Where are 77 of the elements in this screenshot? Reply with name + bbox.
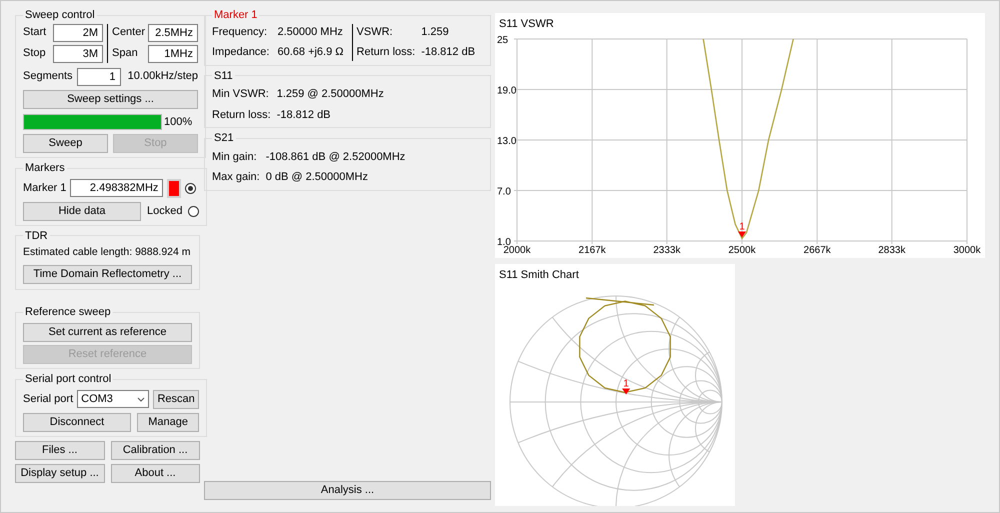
locked-label: Locked: [147, 204, 182, 219]
field-label: Min gain:: [212, 150, 258, 164]
field-label: VSWR:: [356, 24, 394, 40]
disconnect-button[interactable]: Disconnect: [23, 412, 131, 432]
menu-button[interactable]: Display setup ...: [15, 464, 104, 483]
menu-button[interactable]: About ...: [110, 464, 200, 483]
axis-tick-label: 2500k: [728, 244, 756, 256]
field-label: Max gain:: [212, 170, 260, 185]
axis-tick-label: 2000k: [503, 244, 531, 256]
menu-button[interactable]: Calibration ...: [110, 440, 200, 460]
value-field[interactable]: 1MHz: [148, 44, 198, 62]
axis-tick-label: 2333k: [653, 244, 680, 256]
marker-label: 1: [739, 220, 745, 232]
value-field[interactable]: 2M: [53, 24, 103, 42]
field-label: Center: [112, 25, 146, 40]
field-label: Serial port: [23, 392, 74, 407]
axis-tick-label: 25: [497, 34, 508, 46]
axis-tick-label: 7.0: [497, 186, 511, 197]
field-label: 1.259 @ 2.50000MHz: [276, 87, 385, 102]
group-title: Sweep control: [24, 8, 96, 23]
marker-color-swatch[interactable]: [167, 178, 182, 198]
chart-title: S11 VSWR: [498, 17, 555, 32]
field-label: Stop: [23, 46, 47, 62]
value-field[interactable]: 2.498382MHz: [70, 179, 164, 197]
chart-title: S11 Smith Chart: [498, 268, 580, 283]
value-field[interactable]: 1: [76, 68, 121, 86]
axis-tick-label: 13.0: [497, 136, 516, 146]
field-label: 0 dB @ 2.50000MHz: [266, 170, 369, 185]
axis-tick-label: 2667k: [804, 244, 831, 256]
locked-radio[interactable]: [188, 206, 200, 216]
sweep-settings-button[interactable]: Sweep settings ...: [23, 90, 198, 108]
axis-tick-label: 2167k: [578, 244, 606, 256]
hide-data-button[interactable]: Hide data: [23, 202, 141, 220]
analysis-button[interactable]: Analysis ...: [204, 481, 491, 500]
value-field[interactable]: 2.5MHz: [148, 24, 198, 42]
group-title: Markers: [24, 161, 66, 176]
field-label: Return loss:: [356, 45, 416, 60]
axis-tick-label: 2833k: [878, 244, 906, 256]
field-label: -18.812 dB: [276, 108, 332, 122]
field-label: Min VSWR:: [212, 87, 270, 102]
field-label: Start: [23, 25, 48, 40]
marker-icon: [738, 230, 746, 237]
value-field[interactable]: 3M: [53, 44, 103, 62]
manage-button[interactable]: Manage: [137, 412, 200, 432]
group-title: Serial port control: [24, 372, 112, 388]
group-title: TDR: [24, 228, 49, 244]
rescan-button[interactable]: Rescan: [153, 390, 200, 409]
field-label: 2.50000 MHz: [277, 24, 344, 40]
axis-tick-label: 19.0: [497, 85, 516, 96]
marker-radio[interactable]: [185, 182, 196, 194]
menu-button[interactable]: Files ...: [15, 440, 104, 460]
marker-label: 1: [623, 378, 629, 389]
sweep-action-button[interactable]: Sweep: [23, 134, 108, 153]
step-label: 10.00kHz/step: [128, 69, 198, 84]
progress-reading: 100%: [164, 114, 192, 130]
field-label: -18.812 dB: [421, 45, 476, 60]
group-title: S11: [213, 68, 234, 84]
cable-length-text: Estimated cable length: 9888.924 m: [23, 245, 192, 260]
field-label: 1.259: [421, 24, 450, 40]
field-label: Segments: [23, 69, 73, 84]
field-label: Impedance:: [212, 45, 270, 60]
field-label: Span: [112, 46, 139, 62]
group-title: Reference sweep: [24, 304, 112, 320]
field-label: -108.861 dB @ 2.52000MHz: [266, 150, 406, 164]
field-label: Frequency:: [212, 24, 268, 40]
field-label: Marker 1: [23, 180, 66, 196]
field-label: Return loss:: [212, 108, 271, 122]
axis-tick-label: 1.0: [497, 236, 511, 248]
axis-tick-label: 3000k: [953, 244, 981, 256]
group-title: Marker 1: [213, 8, 258, 23]
port-dropdown[interactable]: COM3: [77, 390, 150, 408]
reference-button[interactable]: Set current as reference: [23, 323, 192, 342]
field-label: 60.68 +j6.9 Ω: [277, 45, 344, 60]
group-title: S21: [213, 131, 235, 146]
marker-icon: [622, 388, 630, 394]
chevron-down-icon: [137, 396, 146, 402]
tdr-button[interactable]: Time Domain Reflectometry ...: [23, 264, 192, 284]
